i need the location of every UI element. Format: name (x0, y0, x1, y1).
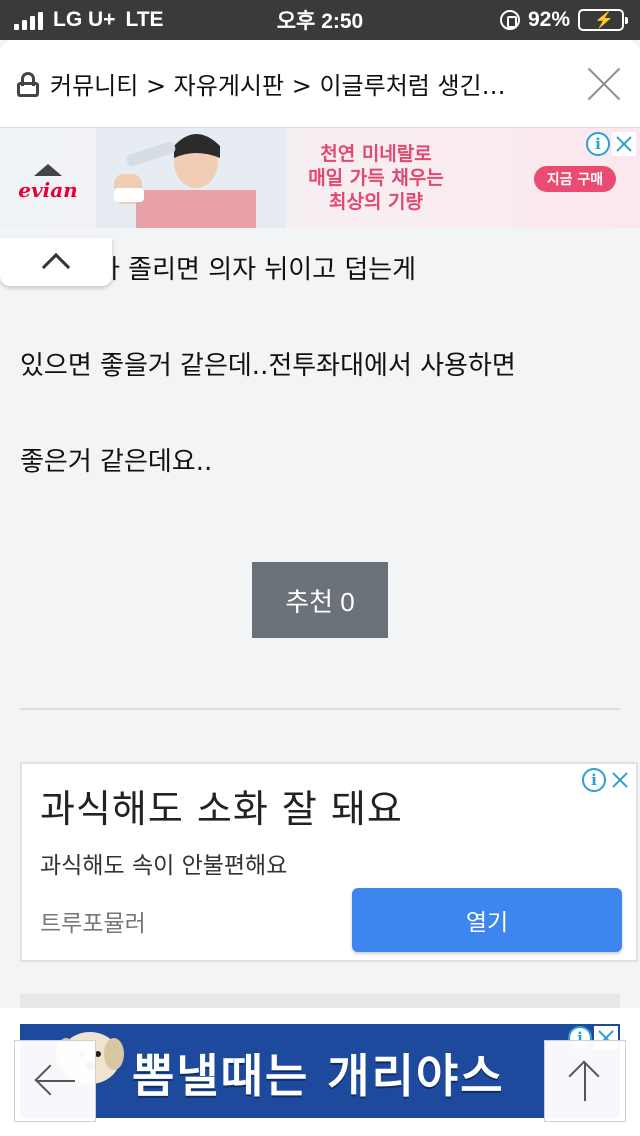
arrow-left-icon (34, 1061, 75, 1101)
collapse-tab[interactable] (0, 238, 112, 286)
ad-model-image (96, 128, 286, 228)
battery-percent: 92% (527, 8, 570, 31)
ad-headline: 과식해도 소화 잘 돼요 (40, 787, 403, 831)
ad-description: 과식해도 속이 안불편해요 (40, 853, 288, 879)
ad-close-icon[interactable] (612, 132, 636, 156)
ad-buy-button[interactable]: 지금 구매 (534, 166, 616, 192)
article-paragraph: 좋은거 같은데요.. (20, 447, 213, 477)
article-paragraph: 있으면 좋을거 같은데..전투좌대에서 사용하면 (20, 351, 516, 381)
ad-slogan: 뽐낼때는 개리야스 (132, 1049, 505, 1103)
carrier-label: LG U+ (53, 8, 116, 31)
ad-slogan: 천연 미네랄로 매일 가득 채우는 최상의 기량 (308, 143, 444, 213)
recommend-button[interactable]: 추천 0 (252, 562, 388, 638)
ad-choices: i (586, 132, 636, 156)
ad-advertiser: 트루포뮬러 (40, 911, 146, 937)
ad-close-icon[interactable] (608, 768, 632, 792)
ad-choices: i (582, 768, 632, 792)
orientation-lock-icon (499, 10, 520, 30)
arrow-up-icon (565, 1060, 605, 1101)
info-icon[interactable]: i (586, 132, 610, 156)
ad-banner-bottom[interactable]: 뽐낼때는 개리야스 i (20, 1024, 620, 1118)
native-ad[interactable]: 과식해도 소화 잘 돼요 과식해도 속이 안불편해요 트루포뮬러 열기 i (20, 762, 638, 962)
divider (20, 708, 620, 710)
browser-header: 커뮤니티 > 자유게시판 > 이글루처럼 생긴… (0, 40, 640, 128)
close-icon[interactable] (584, 64, 624, 104)
ad-banner-top[interactable]: evian 천연 미네랄로 매일 가득 채우는 최상의 기량 지금 구매 i (0, 128, 640, 228)
back-button[interactable] (14, 1040, 96, 1122)
ad-open-button[interactable]: 열기 (352, 888, 622, 952)
chevron-up-icon (41, 252, 71, 282)
breadcrumb[interactable]: 커뮤니티 > 자유게시판 > 이글루처럼 생긴… (50, 66, 576, 101)
battery-icon: ⚡ (578, 9, 628, 31)
section-separator (20, 994, 620, 1008)
info-icon[interactable]: i (582, 768, 606, 792)
evian-logo: evian (18, 164, 78, 202)
network-label: LTE (125, 8, 164, 31)
signal-icon (14, 10, 43, 30)
scroll-top-button[interactable] (544, 1040, 626, 1122)
lock-icon (16, 70, 40, 98)
article-body: 다 졸리면 의자 뉘이고 덥는게 있으면 좋을거 같은데..전투좌대에서 사용하… (20, 250, 620, 538)
status-bar: LG U+ LTE 오후 2:50 92% ⚡ (0, 0, 640, 40)
